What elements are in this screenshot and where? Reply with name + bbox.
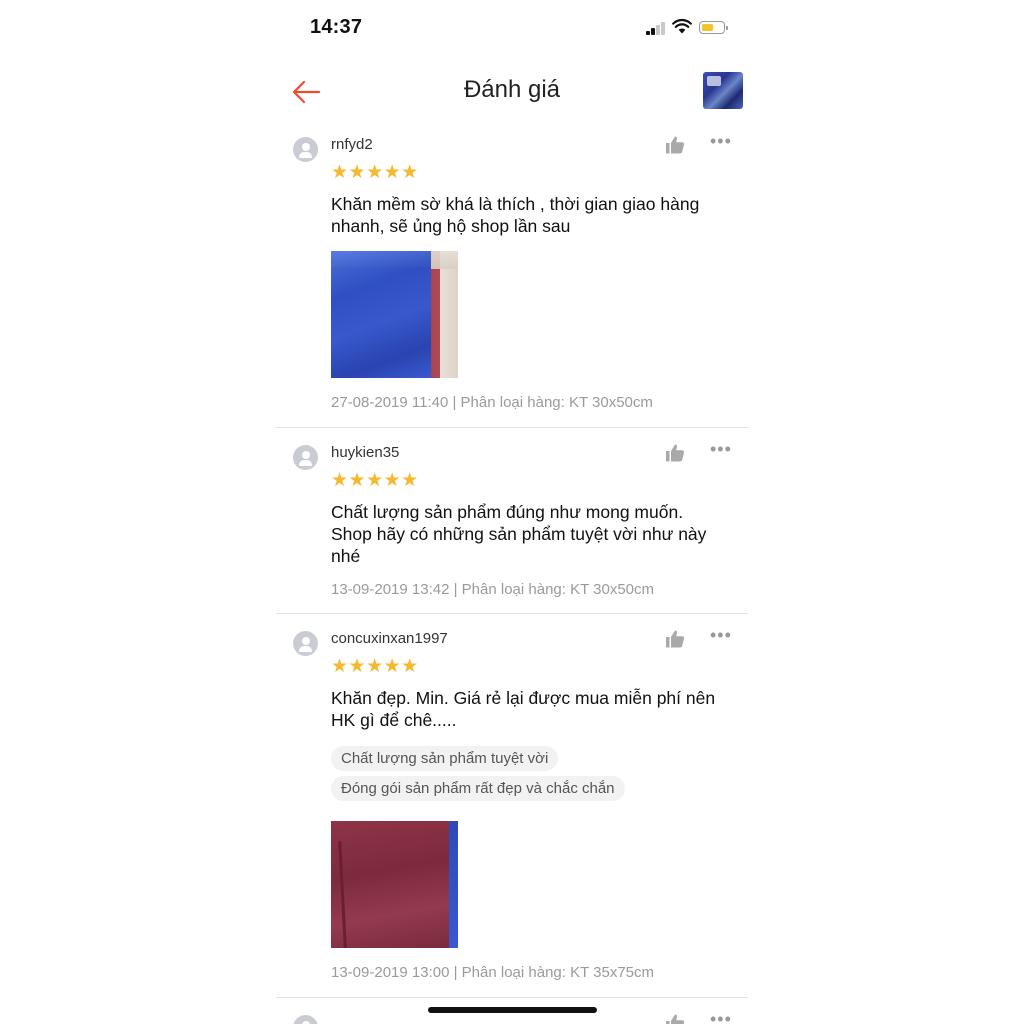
review-meta: 27-08-2019 11:40 | Phân loại hàng: KT 30… [331,394,653,411]
thumbs-up-icon[interactable] [664,443,686,463]
star-rating: ★★★★★ [331,656,419,677]
review-username: huykien35 [331,444,400,461]
cellular-signal-icon [646,22,668,35]
battery-icon [699,21,728,34]
more-options-icon[interactable]: ••• [710,626,734,644]
wifi-icon [672,18,692,34]
review-comment: Khăn mềm sờ khá là thích , thời gian gia… [331,193,731,237]
product-thumbnail[interactable] [703,72,743,109]
home-indicator[interactable] [428,1007,597,1013]
avatar[interactable] [293,631,318,656]
review-tag: Đóng gói sản phẩm rất đẹp và chắc chắn [331,776,625,801]
comment-line: Chất lượng sản phẩm đúng như mong muốn. [331,502,684,522]
review-comment: Khăn đẹp. Min. Giá rẻ lại được mua miễn … [331,687,731,731]
review-item: concuxinxan1997 ••• ★★★★★ Khăn đẹp. Min.… [276,621,748,998]
status-time: 14:37 [310,16,363,38]
more-options-icon[interactable]: ••• [710,132,734,150]
comment-line: Khăn đẹp. Min. Giá rẻ lại được mua miễn … [331,688,716,708]
thumbs-up-icon[interactable] [664,629,686,649]
review-comment: Chất lượng sản phẩm đúng như mong muốn. … [331,501,731,567]
avatar[interactable] [293,445,318,470]
review-photo[interactable] [331,251,458,378]
avatar[interactable] [293,1015,318,1024]
review-item: huykien35 ••• ★★★★★ Chất lượng sản phẩm … [276,435,748,614]
status-bar: 14:37 [276,0,748,56]
review-photo[interactable] [331,821,458,948]
comment-line: Shop hãy có những sản phẩm tuyệt vời như… [331,524,707,544]
review-username: concuxinxan1997 [331,630,448,647]
thumbs-up-icon[interactable] [664,1013,686,1024]
review-meta: 13-09-2019 13:00 | Phân loại hàng: KT 35… [331,964,655,981]
comment-line: HK gì để chê..... [331,710,457,730]
comment-line: nhanh, sẽ ủng hộ shop lần sau [331,216,571,236]
header: Đánh giá [276,60,748,122]
more-options-icon[interactable]: ••• [710,1010,734,1024]
star-rating: ★★★★★ [331,162,419,183]
page-title: Đánh giá [463,76,561,103]
comment-line: Khăn mềm sờ khá là thích , thời gian gia… [331,194,700,214]
more-options-icon[interactable]: ••• [710,440,734,458]
avatar[interactable] [293,137,318,162]
review-tag: Chất lượng sản phẩm tuyệt vời [331,746,559,771]
review-username: rnfyd2 [331,136,373,153]
comment-line: nhé [331,546,361,566]
phone-screen: 14:37 Đánh giá rnfyd2 ••• ★★★★★ Khăn mềm… [276,0,748,1024]
review-item: rnfyd2 ••• ★★★★★ Khăn mềm sờ khá là thíc… [276,127,748,428]
star-rating: ★★★★★ [331,470,419,491]
review-meta: 13-09-2019 13:42 | Phân loại hàng: KT 30… [331,581,655,598]
thumbs-up-icon[interactable] [664,135,686,155]
